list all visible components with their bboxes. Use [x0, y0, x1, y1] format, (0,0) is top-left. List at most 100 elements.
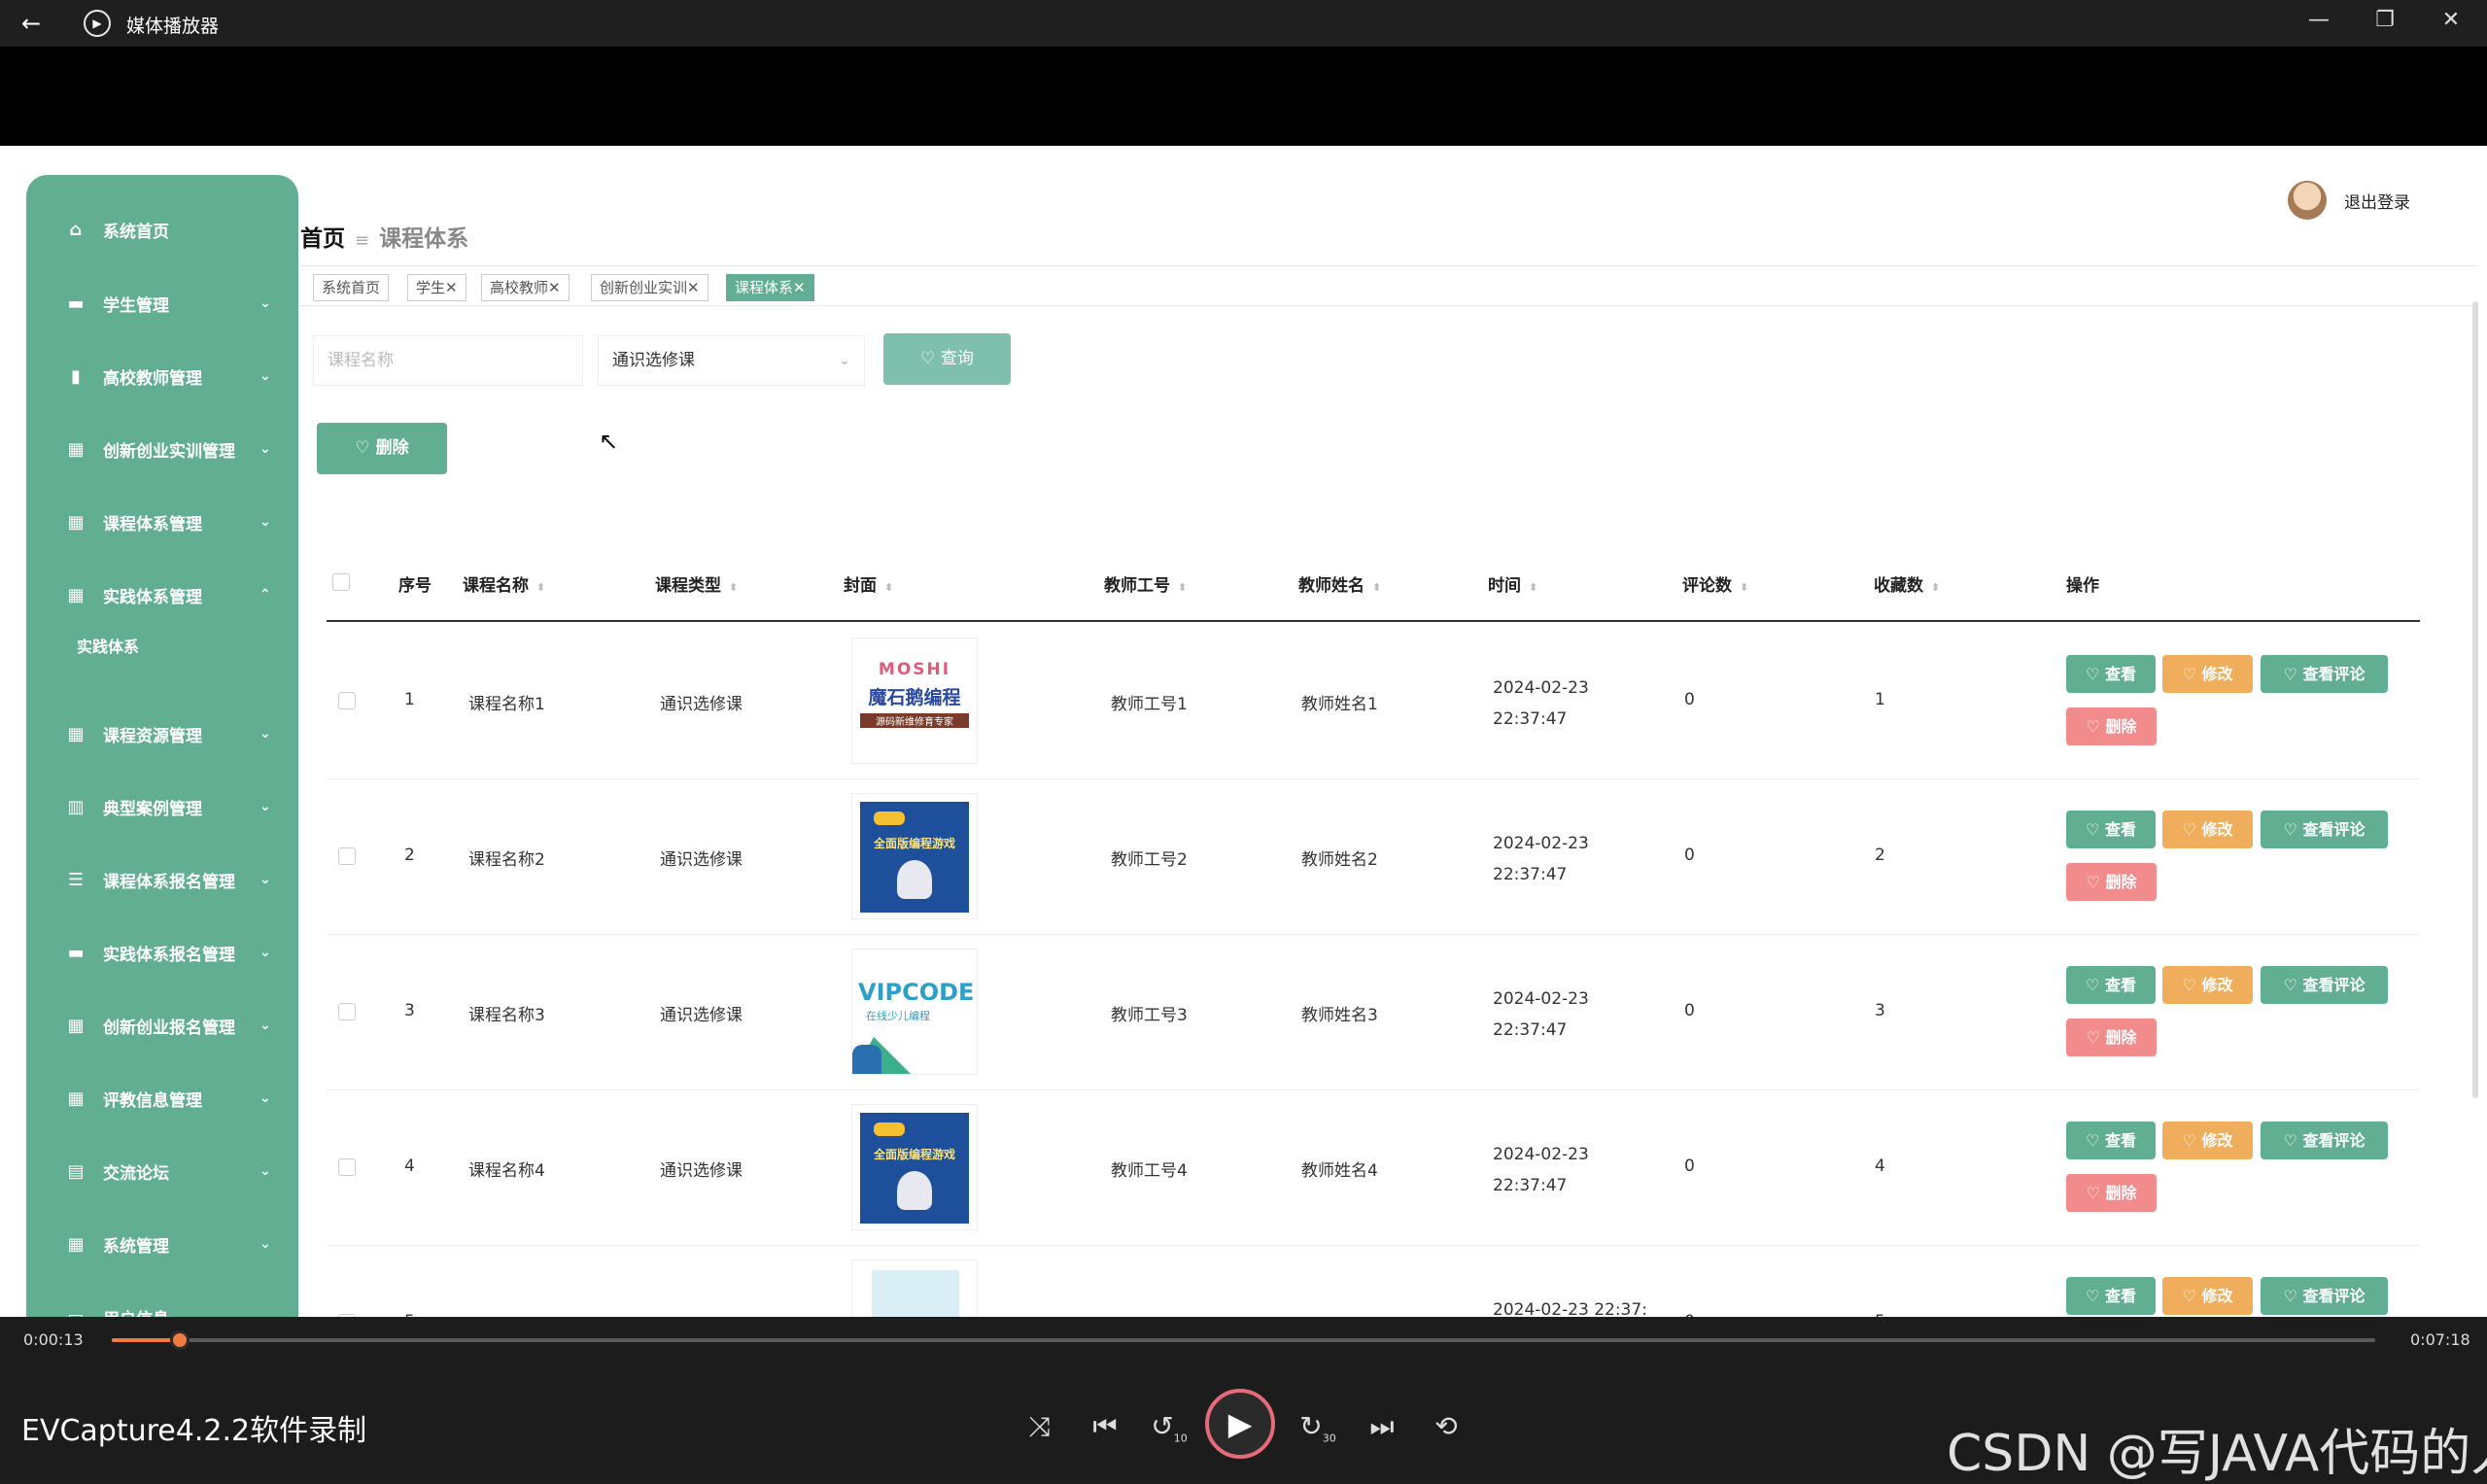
view-button[interactable]: ♡ 查看: [2066, 655, 2156, 693]
next-icon[interactable]: ⏭: [1363, 1410, 1401, 1443]
tag-innovation[interactable]: 创新创业实训✕: [591, 274, 708, 301]
sidebar-item[interactable]: ▦ 课程体系管理 ⌄: [26, 502, 298, 541]
column-header[interactable]: 课程名称 ⬍: [463, 571, 545, 596]
progress-knob[interactable]: [169, 1330, 190, 1350]
repeat-icon[interactable]: ⟲: [1427, 1410, 1466, 1442]
sort-icon[interactable]: ⬍: [1740, 581, 1748, 594]
column-header[interactable]: 教师工号 ⬍: [1104, 571, 1187, 596]
table-row: 2 课程名称2 通识选修课 全面版编程游戏 教师工号2 教师姓名2 2024-02-23 2…: [327, 779, 2420, 935]
sidebar-item[interactable]: ▦ 创新创业报名管理 ⌄: [26, 1006, 298, 1045]
sidebar-item[interactable]: ▭ 用户信息 ⌄: [26, 1297, 298, 1318]
view-button[interactable]: ♡ 查看: [2066, 966, 2156, 1004]
sidebar-item[interactable]: ⌂ 系统首页: [26, 210, 298, 249]
course-cover-image: Java: [851, 1260, 978, 1317]
delete-button[interactable]: ♡ 删除: [2066, 707, 2157, 745]
column-header-label: 封面: [844, 576, 877, 596]
shuffle-icon[interactable]: ⤨: [1020, 1410, 1059, 1443]
logout-button[interactable]: 退出登录: [2344, 189, 2410, 213]
view-comments-button[interactable]: ♡ 查看评论: [2261, 655, 2388, 693]
tag-home[interactable]: 系统首页: [313, 274, 390, 301]
view-comments-button[interactable]: ♡ 查看评论: [2261, 811, 2388, 848]
delete-button[interactable]: ♡ 删除: [2066, 863, 2157, 901]
edit-button[interactable]: ♡ 修改: [2162, 1122, 2253, 1159]
sidebar-item[interactable]: ▦ 创新创业实训管理 ⌄: [26, 430, 298, 468]
view-comments-button[interactable]: ♡ 查看评论: [2261, 966, 2388, 1004]
column-header[interactable]: 课程类型 ⬍: [655, 571, 738, 596]
view-comments-button[interactable]: ♡ 查看评论: [2261, 1277, 2388, 1315]
column-header[interactable]: 操作: [2066, 571, 2099, 596]
column-header[interactable]: 教师姓名 ⬍: [1298, 571, 1381, 596]
sort-icon[interactable]: ⬍: [729, 581, 738, 594]
edit-button[interactable]: ♡ 修改: [2162, 966, 2253, 1004]
edit-button[interactable]: ♡ 修改: [2162, 655, 2253, 693]
player-controls: 0:00:13 0:07:18 EVCapture4.2.2软件录制 ⤨ ⏮ ↺…: [0, 1317, 2487, 1484]
progress-track[interactable]: [112, 1338, 2375, 1342]
favorite-count: 3: [1875, 1001, 1885, 1020]
chevron-icon: ⌄: [259, 368, 271, 384]
column-header[interactable]: 评论数 ⬍: [1682, 571, 1748, 596]
view-button[interactable]: ♡ 查看: [2066, 1122, 2156, 1159]
chevron-icon: ⌄: [259, 441, 271, 457]
delete-button[interactable]: ♡ 删除: [2066, 1174, 2157, 1212]
sidebar-item[interactable]: ▤ 交流论坛 ⌄: [26, 1152, 298, 1191]
created-time: 2024-02-23 22:37:47: [1493, 678, 1589, 729]
column-header[interactable]: 封面 ⬍: [844, 571, 893, 596]
course-type-select[interactable]: 通识选修课 ⌄: [598, 335, 865, 386]
scrollbar[interactable]: [2472, 301, 2478, 1098]
back-arrow-icon[interactable]: ←: [21, 10, 41, 37]
sidebar-item[interactable]: ▦ 评教信息管理 ⌄: [26, 1079, 298, 1118]
row-checkbox[interactable]: [338, 1158, 356, 1176]
edit-button[interactable]: ♡ 修改: [2162, 1277, 2253, 1315]
view-comments-button[interactable]: ♡ 查看评论: [2261, 1122, 2388, 1159]
sidebar-item[interactable]: ▥ 典型案例管理 ⌄: [26, 787, 298, 826]
card-icon: ▭: [67, 1306, 85, 1318]
minimize-button[interactable]: —: [2299, 8, 2338, 32]
sidebar-item-label: 创新创业报名管理: [103, 1018, 235, 1038]
delete-button[interactable]: ♡ 删除: [2066, 1018, 2157, 1056]
course-name-input[interactable]: 课程名称: [313, 335, 583, 386]
row-checkbox[interactable]: [338, 847, 356, 865]
row-checkbox[interactable]: [338, 1003, 356, 1020]
sort-icon[interactable]: ⬍: [1931, 581, 1940, 594]
play-button[interactable]: ▶: [1205, 1389, 1275, 1459]
sidebar-item-label: 评教信息管理: [103, 1090, 202, 1111]
select-all-checkbox[interactable]: [332, 573, 350, 591]
tag-course-system[interactable]: 课程体系✕: [726, 274, 814, 301]
tag-teacher[interactable]: 高校教师✕: [481, 274, 570, 301]
bar-chart-icon: ▥: [67, 796, 85, 817]
forward-30-icon[interactable]: ↻30: [1298, 1410, 1337, 1445]
grid-icon: ▦: [67, 438, 85, 460]
sort-icon[interactable]: ⬍: [536, 581, 545, 594]
grid-icon: ▦: [67, 723, 85, 744]
sidebar-item[interactable]: ▬ 实践体系报名管理 ⌄: [26, 933, 298, 972]
close-button[interactable]: ✕: [2432, 8, 2470, 32]
sidebar-item[interactable]: ▦ 实践体系管理 ⌃: [26, 575, 298, 614]
sort-icon[interactable]: ⬍: [1178, 581, 1187, 594]
sidebar-item[interactable]: ▮ 高校教师管理 ⌄: [26, 357, 298, 396]
tag-student[interactable]: 学生✕: [407, 274, 466, 301]
column-header[interactable]: 收藏数 ⬍: [1874, 571, 1940, 596]
view-button[interactable]: ♡ 查看: [2066, 811, 2156, 848]
sort-icon[interactable]: ⬍: [884, 581, 893, 594]
batch-delete-button[interactable]: ♡ 删除: [317, 423, 447, 474]
column-header[interactable]: 序号: [398, 571, 432, 596]
maximize-button[interactable]: ❐: [2366, 8, 2404, 32]
previous-icon[interactable]: ⏮: [1086, 1410, 1124, 1443]
sort-icon[interactable]: ⬍: [1372, 581, 1381, 594]
avatar[interactable]: [2288, 181, 2327, 220]
sidebar-subitem-practice[interactable]: 实践体系: [77, 634, 139, 657]
row-checkbox[interactable]: [338, 692, 356, 709]
query-button[interactable]: ♡ 查询: [883, 333, 1011, 385]
column-header[interactable]: 时间 ⬍: [1488, 571, 1537, 596]
breadcrumb-home[interactable]: 首页: [300, 226, 345, 252]
edit-button[interactable]: ♡ 修改: [2162, 811, 2253, 848]
rewind-10-icon[interactable]: ↺10: [1150, 1410, 1189, 1445]
sort-icon[interactable]: ⬍: [1529, 581, 1537, 594]
sidebar-item[interactable]: ▬ 学生管理 ⌄: [26, 284, 298, 323]
csdn-watermark: CSDN @写JAVA代码的人: [1947, 1425, 2487, 1483]
sidebar-item[interactable]: ▦ 系统管理 ⌄: [26, 1225, 298, 1263]
sidebar-item[interactable]: ☰ 课程体系报名管理 ⌄: [26, 860, 298, 899]
view-button[interactable]: ♡ 查看: [2066, 1277, 2156, 1315]
created-time: 2024-02-23 22:37:47: [1493, 1145, 1589, 1195]
sidebar-item[interactable]: ▦ 课程资源管理 ⌄: [26, 714, 298, 753]
